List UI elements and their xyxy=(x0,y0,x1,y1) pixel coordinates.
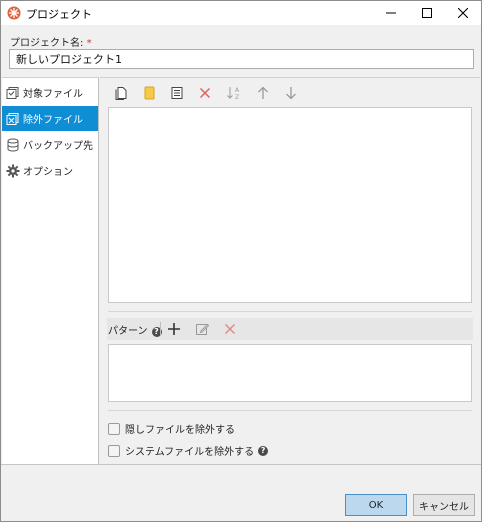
pattern-list[interactable] xyxy=(108,344,472,402)
title-bar: プロジェクト xyxy=(1,1,481,25)
sort-az-icon: AZ xyxy=(227,87,240,101)
sidebar-item-options[interactable]: オプション xyxy=(2,158,98,183)
add-pattern-button[interactable] xyxy=(165,320,183,338)
list-icon xyxy=(171,87,183,99)
sidebar-item-target-files[interactable]: 対象ファイル xyxy=(2,80,98,105)
delete-icon xyxy=(224,323,236,335)
toolbar-separator xyxy=(160,322,161,336)
add-file-button[interactable] xyxy=(112,84,130,102)
target-files-icon xyxy=(6,86,20,100)
gear-icon xyxy=(6,164,20,178)
required-mark: * xyxy=(86,38,92,49)
project-name-input[interactable] xyxy=(9,49,474,69)
delete-icon xyxy=(199,87,211,99)
copy-file-icon xyxy=(115,87,127,100)
window-title: プロジェクト xyxy=(26,8,92,21)
project-name-label: プロジェクト名: * xyxy=(10,34,92,49)
app-logo-icon xyxy=(7,6,21,20)
add-folder-button[interactable] xyxy=(140,84,158,102)
divider xyxy=(108,410,472,411)
ok-button[interactable]: OK xyxy=(345,494,407,516)
exclude-hidden-checkbox[interactable] xyxy=(108,422,120,435)
sidebar-item-label: オプション xyxy=(23,167,73,178)
close-icon xyxy=(458,8,468,18)
pattern-toolbar: パターン? xyxy=(107,318,473,340)
svg-text:Z: Z xyxy=(235,94,239,101)
delete-button[interactable] xyxy=(196,84,214,102)
close-button[interactable] xyxy=(445,1,481,25)
move-up-button[interactable] xyxy=(254,84,272,102)
dialog-footer: OK キャンセル xyxy=(1,464,481,521)
excluded-files-panel: AZ パターン? 隠しファイルを除外する システムファイルを除外する ? xyxy=(100,77,480,464)
sort-button[interactable]: AZ xyxy=(225,84,243,102)
folder-icon xyxy=(144,86,155,100)
plus-icon xyxy=(168,323,180,335)
arrow-up-icon xyxy=(258,86,268,99)
exclude-hidden-option[interactable]: 隠しファイルを除外する xyxy=(108,421,235,436)
help-icon[interactable]: ? xyxy=(258,445,269,456)
database-icon xyxy=(6,138,20,152)
arrow-down-icon xyxy=(286,87,296,100)
svg-text:A: A xyxy=(235,87,240,94)
maximize-button[interactable] xyxy=(409,1,445,25)
excluded-files-icon xyxy=(6,112,20,126)
edit-list-button[interactable] xyxy=(168,84,186,102)
project-dialog: プロジェクト プロジェクト名: * 対象ファイル 除外ファイル xyxy=(0,0,482,522)
sidebar-item-label: 対象ファイル xyxy=(23,89,83,100)
sidebar-item-excluded-files[interactable]: 除外ファイル xyxy=(2,106,98,131)
exclude-system-option[interactable]: システムファイルを除外する ? xyxy=(108,443,269,458)
excluded-file-list[interactable] xyxy=(108,107,472,303)
sidebar-item-label: 除外ファイル xyxy=(23,115,83,126)
pattern-label-text: パターン xyxy=(108,326,148,337)
move-down-button[interactable] xyxy=(282,84,300,102)
project-name-label-text: プロジェクト名: xyxy=(10,38,84,49)
sidebar-item-label: バックアップ先 xyxy=(23,141,93,152)
exclude-system-label: システムファイルを除外する xyxy=(125,447,255,458)
exclude-system-checkbox[interactable] xyxy=(108,444,120,457)
sidebar-item-backup-destination[interactable]: バックアップ先 xyxy=(2,132,98,157)
maximize-icon xyxy=(422,8,432,18)
minimize-button[interactable] xyxy=(373,1,409,25)
delete-pattern-button[interactable] xyxy=(221,320,239,338)
pattern-label: パターン? xyxy=(108,322,162,337)
divider xyxy=(108,311,472,312)
cancel-button[interactable]: キャンセル xyxy=(413,494,475,516)
edit-icon xyxy=(196,323,209,335)
sidebar: 対象ファイル 除外ファイル バックアップ先 オプション xyxy=(2,77,99,464)
minimize-icon xyxy=(386,12,396,14)
exclude-hidden-label: 隠しファイルを除外する xyxy=(125,425,235,436)
file-toolbar: AZ xyxy=(100,80,480,106)
edit-pattern-button[interactable] xyxy=(193,320,211,338)
